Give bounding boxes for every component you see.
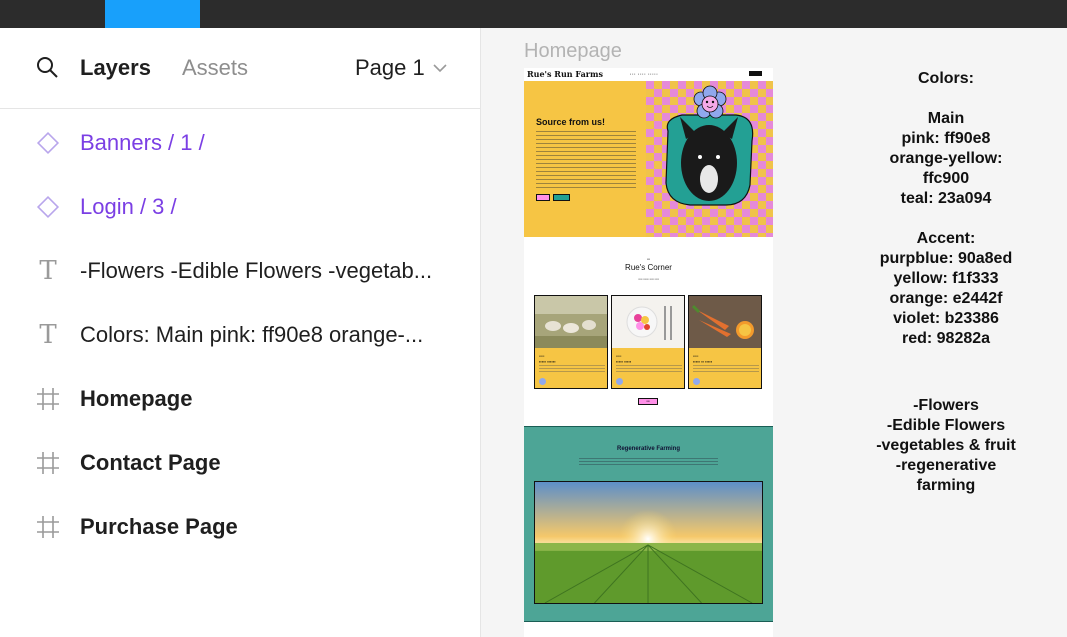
page-select[interactable]: Page 1	[355, 55, 447, 81]
text-layer-icon: T	[39, 256, 57, 286]
component-instance-icon	[34, 193, 62, 221]
colors-note-line: orange-yellow: ffc900	[889, 150, 1003, 187]
colors-note-line	[866, 89, 1026, 109]
carrots-image	[689, 296, 761, 348]
card-excerpt	[616, 365, 682, 372]
tab-layers[interactable]: Layers	[80, 55, 151, 81]
homepage-nav-links: ▪▪▪ ▪▪▪▪ ▪▪▪▪▪	[630, 72, 659, 76]
colors-note-line: red: 98282a	[901, 330, 991, 347]
regen-subtitle	[579, 458, 718, 465]
colors-note[interactable]: Colors: Main pink: ff90e8 orange-yellow: ff…	[866, 69, 1026, 349]
layer-label: Colors: Main pink: ff90e8 orange-...	[80, 322, 424, 347]
layers-panel: Layers Assets Page 1 Banners / 1 / Login…	[0, 28, 481, 637]
panel-header: Layers Assets Page 1	[0, 28, 480, 109]
card-category: ▪▪▪▪▪	[616, 354, 622, 358]
card-title: ▪▪▪▪▪ ▪▪▪▪▪▪	[539, 359, 556, 364]
frame-icon	[34, 449, 62, 477]
colors-note-line: yellow: f1f333	[893, 270, 999, 287]
card-category: ▪▪▪▪▪	[693, 354, 699, 358]
flowers-note[interactable]: -Flowers -Edible Flowers -vegetables & fru…	[866, 396, 1026, 496]
flowers-note-line: -Flowers	[913, 397, 979, 414]
colors-note-line: Colors:	[918, 70, 974, 87]
chevron-down-icon	[433, 64, 447, 73]
blog-card: ▪▪▪▪▪ ▪▪▪▪▪ ▪▪▪▪▪	[611, 295, 685, 389]
colors-note-line	[866, 209, 1026, 229]
top-toolbar	[0, 0, 1067, 28]
homepage-brand: Rue's Run Farms	[527, 69, 603, 79]
text-layer-icon: T	[39, 320, 57, 350]
layer-label: -Flowers -Edible Flowers -vegetab...	[80, 258, 433, 283]
layer-label: Banners / 1 /	[80, 130, 205, 155]
colors-note-line: orange: e2442f	[889, 290, 1003, 307]
blog-card: ▪▪▪▪▪ ▪▪▪▪▪ ▪▪ ▪▪▪▪▪	[688, 295, 762, 389]
layer-label: Purchase Page	[80, 514, 238, 539]
avatar	[693, 378, 700, 385]
layer-label: Homepage	[80, 386, 193, 411]
avatar	[616, 378, 623, 385]
card-excerpt	[539, 365, 605, 372]
corner-subtitle: ▪▪▪▪ ▪▪▪▪▪ ▪▪▪▪ ▪▪▪▪	[638, 277, 659, 281]
checkerboard-dog-image	[646, 81, 773, 237]
card-title: ▪▪▪▪▪ ▪▪▪▪▪	[616, 359, 632, 364]
component-instance-icon	[34, 129, 62, 157]
colors-note-line: Accent:	[916, 230, 976, 247]
colors-note-line: pink: ff90e8	[901, 130, 991, 147]
sunset-field-image	[534, 481, 763, 604]
frame-icon	[34, 513, 62, 541]
hero-body-text	[536, 131, 636, 189]
homepage-frame[interactable]: Rue's Run Farms ▪▪▪ ▪▪▪▪ ▪▪▪▪▪ Source fr…	[524, 68, 773, 637]
card-title: ▪▪▪▪▪ ▪▪ ▪▪▪▪▪	[693, 359, 713, 364]
frame-label-homepage[interactable]: Homepage	[524, 40, 622, 63]
corner-title: Rue's Corner	[625, 263, 672, 272]
layer-item-banners[interactable]: Banners / 1 /	[0, 117, 480, 169]
active-tool-tab[interactable]	[105, 0, 200, 28]
edible-flowers-image	[612, 296, 684, 348]
homepage-hero: Source from us!	[524, 81, 773, 237]
corner-eyebrow: ▪▪▪	[646, 257, 651, 261]
rues-corner-section: ▪▪▪ Rue's Corner ▪▪▪▪ ▪▪▪▪▪ ▪▪▪▪ ▪▪▪▪ ▪▪…	[524, 237, 773, 426]
search-icon[interactable]	[35, 55, 59, 79]
homepage-nav: Rue's Run Farms ▪▪▪ ▪▪▪▪ ▪▪▪▪▪	[524, 68, 773, 81]
design-canvas[interactable]: Homepage Rue's Run Farms ▪▪▪ ▪▪▪▪ ▪▪▪▪▪ …	[481, 28, 1067, 637]
card-excerpt	[693, 365, 759, 372]
regenerative-farming-section: Regenerative Farming	[524, 426, 773, 622]
frame-icon	[34, 385, 62, 413]
colors-note-line: violet: b23386	[893, 310, 999, 327]
layer-item-flowers-text[interactable]: T -Flowers -Edible Flowers -vegetab...	[0, 245, 480, 297]
colors-note-line: purpblue: 90a8ed	[879, 250, 1013, 267]
layer-item-homepage[interactable]: Homepage	[0, 373, 480, 425]
corner-more-button: ▪▪▪	[638, 398, 658, 405]
flowers-note-line: -vegetables & fruit	[876, 437, 1016, 454]
hero-title: Source from us!	[536, 117, 606, 127]
layer-item-purchase-page[interactable]: Purchase Page	[0, 501, 480, 553]
layer-label: Login / 3 /	[80, 194, 177, 219]
layer-item-contact-page[interactable]: Contact Page	[0, 437, 480, 489]
page-select-label: Page 1	[355, 55, 425, 80]
hero-button-teal	[553, 194, 570, 201]
colors-note-line: Main	[927, 110, 965, 127]
card-category: ▪▪▪▪▪	[539, 354, 545, 358]
sheep-image	[535, 296, 607, 348]
flowers-note-line: -Edible Flowers	[886, 417, 1006, 434]
homepage-nav-button	[749, 71, 762, 76]
avatar	[539, 378, 546, 385]
layer-item-colors-text[interactable]: T Colors: Main pink: ff90e8 orange-...	[0, 309, 480, 361]
regen-title: Regenerative Farming	[616, 446, 681, 452]
layer-item-login[interactable]: Login / 3 /	[0, 181, 480, 233]
tab-assets[interactable]: Assets	[182, 55, 248, 81]
flowers-note-line: -regenerative farming	[895, 457, 997, 494]
hero-button-pink	[536, 194, 550, 201]
layer-label: Contact Page	[80, 450, 221, 475]
blog-card: ▪▪▪▪▪ ▪▪▪▪▪ ▪▪▪▪▪▪	[534, 295, 608, 389]
colors-note-line: teal: 23a094	[900, 190, 992, 207]
